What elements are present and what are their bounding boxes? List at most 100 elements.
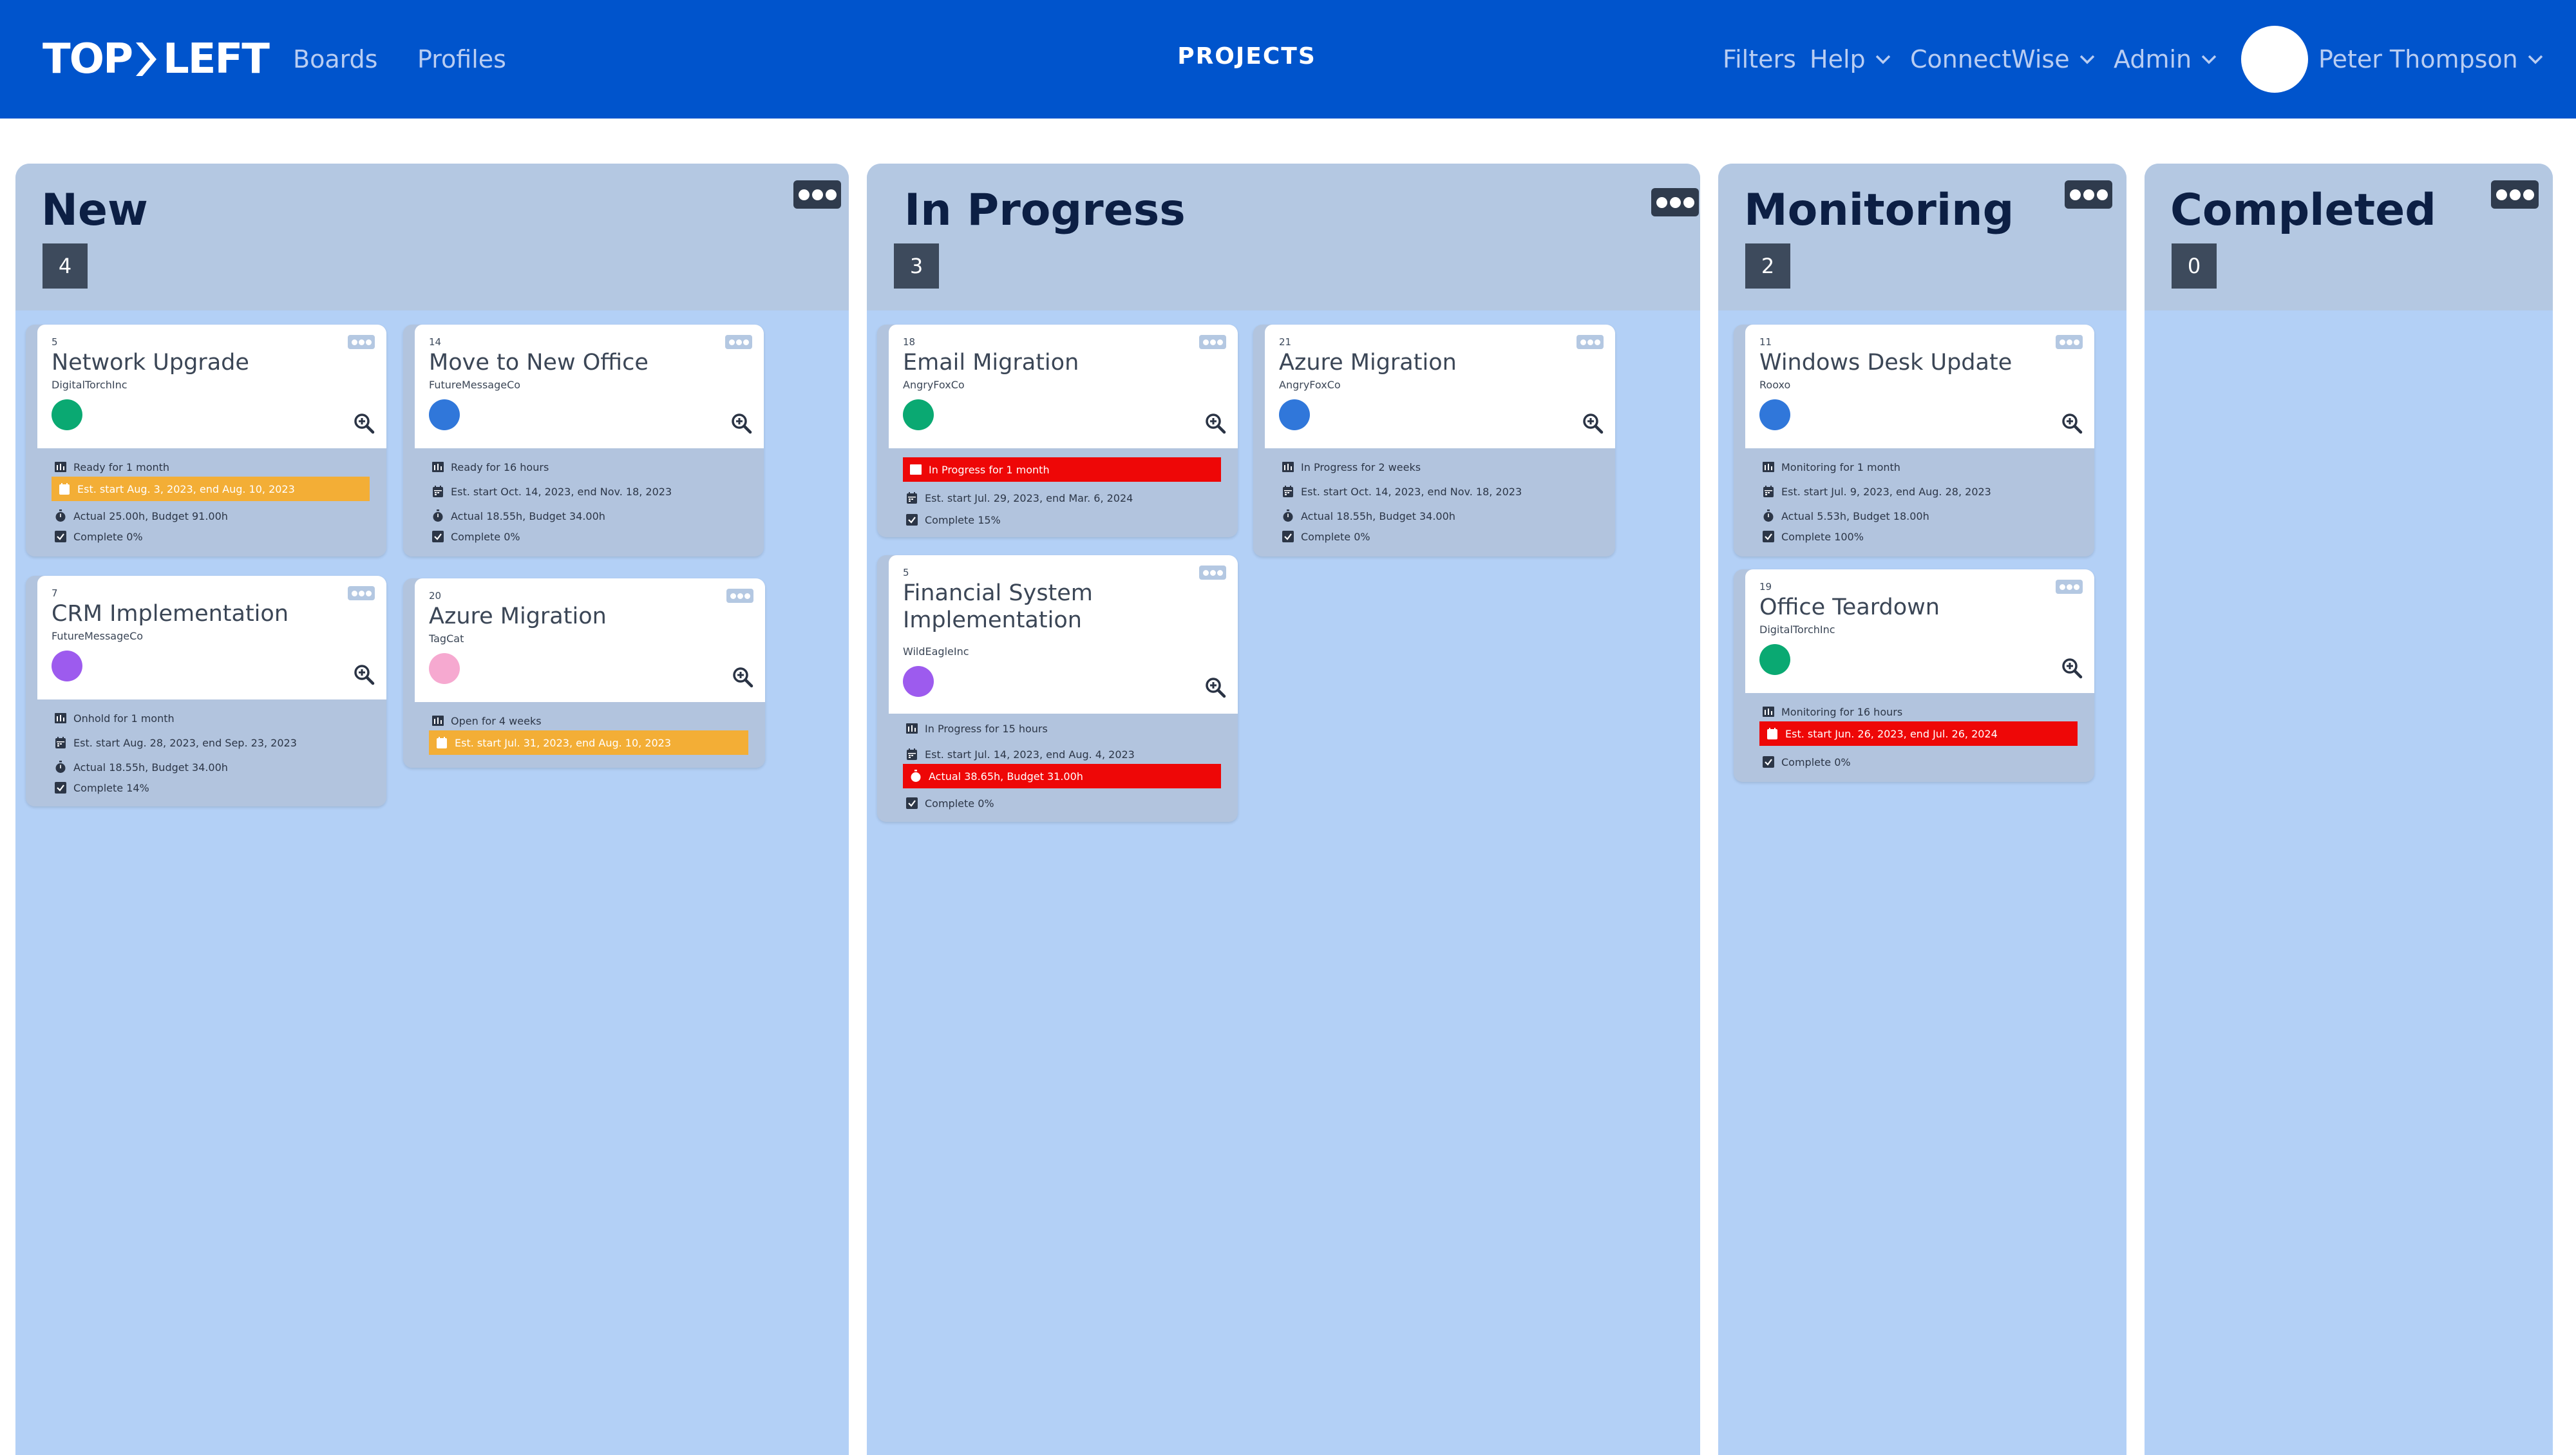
card-menu-button[interactable] (725, 335, 752, 349)
card-status: In Progress for 2 weeks (1282, 459, 1421, 475)
zoom-in-icon[interactable] (2061, 412, 2083, 434)
card-client: AngryFoxCo (903, 379, 965, 391)
card-complete: Complete 15% (905, 511, 1001, 528)
card-number: 21 (1279, 336, 1292, 348)
card-hours: Actual 18.55h, Budget 34.00h (431, 508, 605, 524)
status-dot (429, 399, 460, 430)
user-menu[interactable]: Peter Thompson (2318, 40, 2546, 79)
column-monitoring: Monitoring 2 11 Windows Desk Update Roox… (1718, 164, 2126, 1455)
project-card[interactable]: 11 Windows Desk Update Rooxo Monitoring … (1734, 325, 2094, 556)
card-dates: Est. start Jul. 14, 2023, end Aug. 4, 20… (905, 746, 1135, 763)
card-number: 18 (903, 336, 916, 348)
column-header: New 4 (15, 164, 849, 310)
column-count-badge: 2 (1745, 243, 1790, 289)
calendar-icon (1762, 485, 1775, 498)
card-complete: Complete 0% (905, 795, 994, 812)
card-status: Onhold for 1 month (54, 710, 175, 727)
column-menu-button[interactable] (1651, 188, 1699, 216)
calendar-icon (54, 736, 67, 749)
card-status: Ready for 1 month (54, 459, 169, 475)
checkbox-icon (1762, 756, 1775, 768)
chevron-down-icon (2198, 48, 2220, 70)
zoom-in-icon[interactable] (1204, 676, 1226, 698)
card-hours: Actual 5.53h, Budget 18.00h (1762, 508, 1929, 524)
column-header: Completed 0 (2145, 164, 2553, 310)
zoom-in-icon[interactable] (730, 412, 752, 434)
checkbox-icon (905, 797, 918, 810)
bars-icon (54, 712, 67, 725)
card-number: 19 (1759, 581, 1772, 593)
column-title: New (41, 185, 148, 236)
user-name: Peter Thompson (2318, 45, 2518, 73)
nav-profiles-link[interactable]: Profiles (417, 40, 506, 79)
card-title: Move to New Office (429, 350, 649, 376)
help-menu[interactable]: Help (1810, 40, 1894, 79)
status-dot (1759, 399, 1790, 430)
card-number: 11 (1759, 336, 1772, 348)
card-header: 11 Windows Desk Update Rooxo (1745, 325, 2094, 448)
bars-icon (54, 461, 67, 473)
card-title: Email Migration (903, 350, 1079, 376)
column-title: Completed (2170, 185, 2436, 236)
column-menu-button[interactable] (2491, 180, 2539, 209)
card-number: 7 (52, 587, 58, 599)
card-menu-button[interactable] (1199, 335, 1226, 349)
card-menu-button[interactable] (2056, 335, 2083, 349)
topleft-logo[interactable]: TOP LEFT (43, 35, 270, 83)
zoom-in-icon[interactable] (2061, 657, 2083, 679)
project-card[interactable]: 20 Azure Migration TagCat Open for 4 wee… (403, 578, 765, 768)
filters-link[interactable]: Filters (1723, 40, 1796, 79)
column-menu-button[interactable] (793, 180, 841, 209)
zoom-in-icon[interactable] (353, 412, 375, 434)
help-menu-label: Help (1810, 45, 1866, 73)
project-card[interactable]: 5 Network Upgrade DigitalTorchInc Ready … (26, 325, 386, 556)
zoom-in-icon[interactable] (732, 666, 753, 688)
card-client: DigitalTorchInc (52, 379, 128, 391)
card-menu-button[interactable] (1199, 566, 1226, 580)
checkbox-icon (905, 513, 918, 526)
project-card[interactable]: 18 Email Migration AngryFoxCo In Progres… (877, 325, 1238, 537)
card-status: In Progress for 15 hours (905, 720, 1048, 737)
connectwise-menu[interactable]: ConnectWise (1910, 40, 2098, 79)
card-dates: Est. start Jul. 9, 2023, end Aug. 28, 20… (1762, 483, 1991, 500)
card-menu-button[interactable] (1577, 335, 1604, 349)
checkbox-icon (54, 530, 67, 543)
user-avatar[interactable] (2241, 26, 2308, 93)
nav-boards-link[interactable]: Boards (293, 40, 377, 79)
card-complete: Complete 100% (1762, 528, 1864, 545)
card-title: Windows Desk Update (1759, 350, 2012, 376)
zoom-in-icon[interactable] (1204, 412, 1226, 434)
zoom-in-icon[interactable] (1582, 412, 1604, 434)
status-dot (903, 399, 934, 430)
column-menu-button[interactable] (2065, 180, 2112, 209)
card-title: Azure Migration (429, 604, 607, 629)
bars-icon (1762, 705, 1775, 718)
stopwatch-icon (1282, 509, 1294, 522)
checkbox-icon (1762, 530, 1775, 543)
column-header: Monitoring 2 (1718, 164, 2126, 310)
logo-text-top: TOP (43, 35, 133, 83)
project-card[interactable]: 7 CRM Implementation FutureMessageCo Onh… (26, 576, 386, 806)
project-card[interactable]: 5 Financial System Implementation WildEa… (877, 555, 1238, 822)
card-header: 21 Azure Migration AngryFoxCo (1265, 325, 1615, 448)
card-header: 7 CRM Implementation FutureMessageCo (37, 576, 386, 699)
project-card[interactable]: 14 Move to New Office FutureMessageCo Re… (403, 325, 764, 556)
bars-icon (431, 714, 444, 727)
page-title: PROJECTS (1177, 43, 1316, 70)
project-card[interactable]: 21 Azure Migration AngryFoxCo In Progres… (1253, 325, 1615, 556)
zoom-in-icon[interactable] (353, 663, 375, 685)
card-menu-button[interactable] (2056, 580, 2083, 594)
card-menu-button[interactable] (348, 335, 375, 349)
project-card[interactable]: 19 Office Teardown DigitalTorchInc Monit… (1734, 569, 2094, 782)
card-client: FutureMessageCo (52, 630, 144, 642)
card-client: FutureMessageCo (429, 379, 521, 391)
checkbox-icon (431, 530, 444, 543)
stopwatch-icon (1762, 509, 1775, 522)
calendar-icon (1282, 485, 1294, 498)
calendar-icon (1766, 727, 1779, 740)
card-menu-button[interactable] (726, 589, 753, 603)
card-menu-button[interactable] (348, 586, 375, 600)
stopwatch-icon (431, 509, 444, 522)
card-complete: Complete 0% (1282, 528, 1370, 545)
admin-menu[interactable]: Admin (2114, 40, 2220, 79)
